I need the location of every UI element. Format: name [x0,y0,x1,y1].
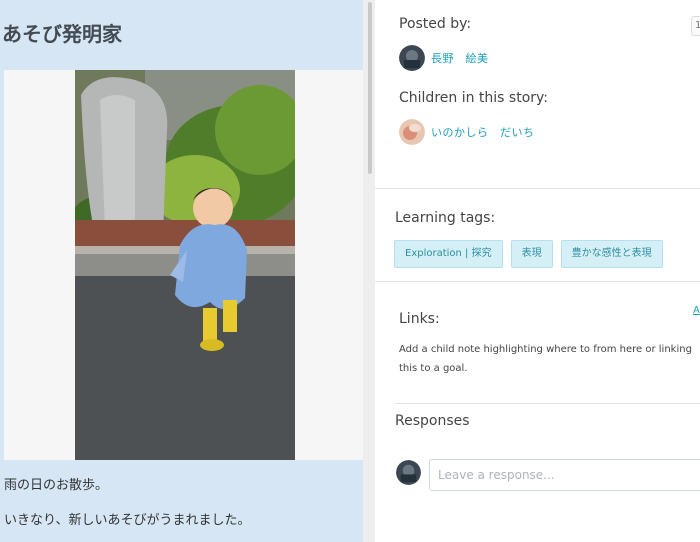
story-text-line: いきなり、新しいあそびがうまれました。 [4,513,251,528]
divider [395,403,700,404]
links-help-text: Add a child note highlighting where to f… [399,344,692,374]
author-row[interactable]: 長野 絵美 [399,45,489,71]
story-title: あそび発明家 [2,22,122,46]
learning-tag[interactable]: 表現 [510,240,553,268]
child-avatar [399,119,425,145]
story-text-line: 雨の日のお散歩。 [4,478,109,493]
learning-tags-heading: Learning tags: [395,210,496,226]
child-name-link[interactable]: いのかしら だいち [431,124,535,140]
counter-badge[interactable]: 1 [691,16,700,36]
user-avatar [396,460,421,485]
story-details-pane: Posted by: 1 長野 絵美 Children in this stor… [375,0,700,542]
story-photo[interactable] [75,70,295,460]
story-pane: あそび発明家 雨の日のお散歩。 いきなり、新しいあそびがうまれました。 [0,0,363,542]
child-row[interactable]: いのかしら だいち [399,119,535,145]
children-heading: Children in this story: [399,90,548,106]
responses-heading: Responses [395,413,470,429]
learning-tags-list: Exploration | 探究 表現 豊かな感性と表現 [394,240,663,268]
scrollbar-thumb[interactable] [368,2,372,174]
posted-by-heading: Posted by: [399,16,472,32]
author-name-link[interactable]: 長野 絵美 [431,50,489,66]
response-input[interactable] [429,459,700,491]
divider [375,188,700,189]
story-photo-frame [4,70,363,460]
add-link-button[interactable]: A [693,305,700,316]
pane-scrollbar[interactable] [363,0,375,542]
learning-tag[interactable]: 豊かな感性と表現 [560,240,663,268]
links-heading: Links: [399,311,440,327]
author-avatar [399,45,425,71]
divider [375,281,700,282]
learning-tag[interactable]: Exploration | 探究 [394,240,503,268]
